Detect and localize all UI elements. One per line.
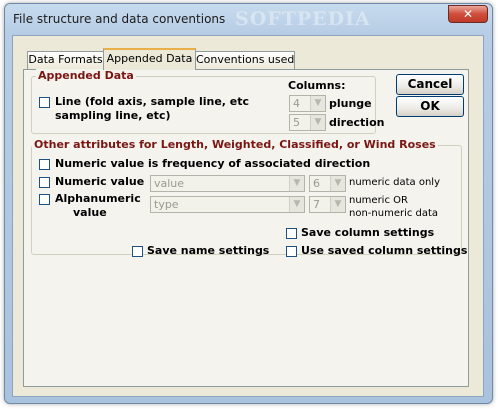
chevron-down-icon: ▼ bbox=[310, 96, 325, 111]
direction-column-value: 5 bbox=[293, 116, 300, 129]
title-bar[interactable]: File structure and data conventions SOFT… bbox=[5, 4, 492, 36]
tab-data-formats[interactable]: Data Formats bbox=[27, 51, 104, 69]
numeric-column-select[interactable]: 6 ▼ bbox=[309, 175, 346, 192]
chevron-down-icon: ▼ bbox=[330, 197, 345, 212]
alphanumeric-label: Alphanumeric bbox=[55, 192, 141, 205]
alphanumeric-column-select[interactable]: 7 ▼ bbox=[309, 196, 346, 213]
alphanumeric-value-select[interactable]: type ▼ bbox=[150, 196, 305, 213]
numeric-data-note: numeric data only bbox=[349, 177, 440, 188]
chevron-down-icon: ▼ bbox=[289, 197, 304, 212]
window-title: File structure and data conventions bbox=[13, 12, 226, 26]
alphanumeric-combo-text: type bbox=[154, 198, 179, 211]
dialog-client: Data Formats Appended Data Conventions u… bbox=[12, 35, 484, 397]
direction-label: direction bbox=[329, 116, 385, 129]
numeric-column-value: 6 bbox=[313, 177, 320, 190]
tab-appended-data[interactable]: Appended Data bbox=[103, 48, 196, 70]
use-saved-column-settings-label: Use saved column settings bbox=[301, 244, 468, 257]
alphanumeric-checkbox[interactable] bbox=[39, 194, 50, 205]
dialog-window: File structure and data conventions SOFT… bbox=[4, 3, 493, 404]
close-button[interactable]: ✕ bbox=[448, 5, 488, 23]
save-column-settings-checkbox[interactable] bbox=[286, 228, 297, 239]
direction-column-select[interactable]: 5 ▼ bbox=[289, 114, 326, 131]
line-label-cont: sampling line, etc) bbox=[55, 109, 171, 122]
use-saved-column-settings-checkbox[interactable] bbox=[286, 246, 297, 257]
numeric-value-select[interactable]: value ▼ bbox=[150, 175, 305, 192]
tab-label: Appended Data bbox=[106, 52, 193, 65]
alphanumeric-note-cont: non-numeric data bbox=[349, 208, 439, 219]
ok-button[interactable]: OK bbox=[396, 96, 464, 117]
tab-strip: Data Formats Appended Data Conventions u… bbox=[13, 36, 483, 70]
alphanumeric-column-value: 7 bbox=[313, 198, 320, 211]
tab-panel-appended-data: Appended Data Line (fold axis, sample li… bbox=[23, 69, 469, 387]
frequency-label: Numeric value is frequency of associated… bbox=[55, 157, 371, 170]
numeric-value-label: Numeric value bbox=[55, 175, 145, 188]
line-checkbox[interactable] bbox=[39, 97, 50, 108]
chevron-down-icon: ▼ bbox=[330, 176, 345, 191]
numeric-value-combo-text: value bbox=[154, 177, 185, 190]
frequency-checkbox[interactable] bbox=[39, 159, 50, 170]
close-icon: ✕ bbox=[462, 7, 474, 21]
plunge-column-value: 4 bbox=[293, 97, 300, 110]
plunge-label: plunge bbox=[329, 97, 372, 110]
alphanumeric-label-cont: value bbox=[73, 206, 107, 219]
numeric-value-checkbox[interactable] bbox=[39, 177, 50, 188]
appended-data-legend: Appended Data bbox=[36, 69, 136, 82]
chevron-down-icon: ▼ bbox=[310, 115, 325, 130]
tab-label: Conventions used bbox=[196, 53, 295, 66]
cancel-button[interactable]: Cancel bbox=[396, 74, 464, 95]
tab-label: Data Formats bbox=[28, 53, 103, 66]
chevron-down-icon: ▼ bbox=[289, 176, 304, 191]
save-name-settings-checkbox[interactable] bbox=[132, 246, 143, 257]
line-label: Line (fold axis, sample line, etc bbox=[55, 95, 250, 108]
tab-conventions-used[interactable]: Conventions used bbox=[195, 51, 295, 69]
columns-label: Columns: bbox=[288, 79, 346, 92]
save-column-settings-label: Save column settings bbox=[301, 226, 435, 239]
other-attributes-legend: Other attributes for Length, Weighted, C… bbox=[32, 138, 438, 151]
save-name-settings-label: Save name settings bbox=[147, 244, 270, 257]
watermark: SOFTPEDIA bbox=[235, 8, 371, 30]
plunge-column-select[interactable]: 4 ▼ bbox=[289, 95, 326, 112]
alphanumeric-note: numeric OR bbox=[349, 195, 408, 206]
